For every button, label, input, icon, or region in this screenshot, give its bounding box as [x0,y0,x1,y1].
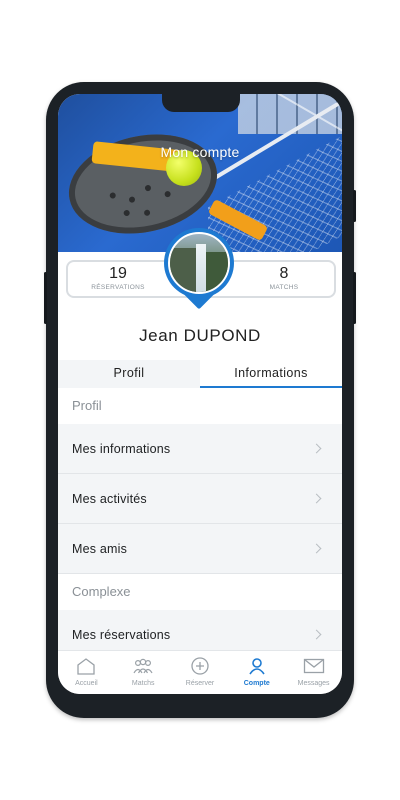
group-icon [132,657,154,675]
avatar[interactable] [164,228,234,318]
nav-compte[interactable]: Compte [228,651,285,694]
list-item-mes-informations[interactable]: Mes informations [58,424,342,474]
nav-accueil[interactable]: Accueil [58,651,115,694]
settings-list: Profil Mes informations Mes activités Me… [58,388,342,660]
nav-label: Matchs [131,680,155,687]
chevron-right-icon [311,493,322,504]
home-icon [75,657,97,675]
user-icon [246,657,268,675]
chevron-right-icon [311,629,322,640]
phone-power-button [353,190,356,222]
list-item-label: Mes réservations [72,627,171,642]
tab-informations[interactable]: Informations [200,360,342,388]
list-item-label: Mes informations [72,441,171,456]
nav-messages[interactable]: Messages [285,651,342,694]
user-name: Jean DUPOND [139,326,261,345]
nav-label: Réserver [185,680,215,687]
page-title: Mon compte [160,144,240,160]
list-item-label: Mes activités [72,491,147,506]
section-title-profil: Profil [58,388,342,424]
plus-circle-icon [189,657,211,675]
phone-volume-button [353,272,356,324]
bottom-nav: Accueil Matchs Réserver Compte Messages [58,650,342,694]
list-item-mes-amis[interactable]: Mes amis [58,524,342,574]
nav-matchs[interactable]: Matchs [115,651,172,694]
list-item-label: Mes amis [72,541,128,556]
nav-label: Messages [297,680,330,687]
nav-label: Accueil [75,680,98,687]
nav-label: Compte [243,680,270,687]
reservations-label: RÉSERVATIONS [91,284,145,291]
phone-side-button [44,272,47,324]
reservations-stat[interactable]: 19 RÉSERVATIONS [68,264,168,291]
chevron-right-icon [311,543,322,554]
camera-notch [162,94,240,112]
mail-icon [303,657,325,675]
nav-reserver[interactable]: Réserver [172,651,229,694]
chevron-right-icon [311,443,322,454]
matchs-count: 8 [279,265,289,282]
tab-profil[interactable]: Profil [58,360,200,388]
section-title-complexe: Complexe [58,574,342,610]
matchs-label: MATCHS [269,284,299,291]
tab-bar: Profil Informations [58,360,342,388]
matchs-stat[interactable]: 8 MATCHS [234,264,334,291]
list-item-mes-activites[interactable]: Mes activités [58,474,342,524]
reservations-count: 19 [109,265,127,282]
app-screen: Mon compte 19 RÉSERVATIONS 8 MATCHS Jean… [58,94,342,694]
avatar-photo [168,232,230,294]
